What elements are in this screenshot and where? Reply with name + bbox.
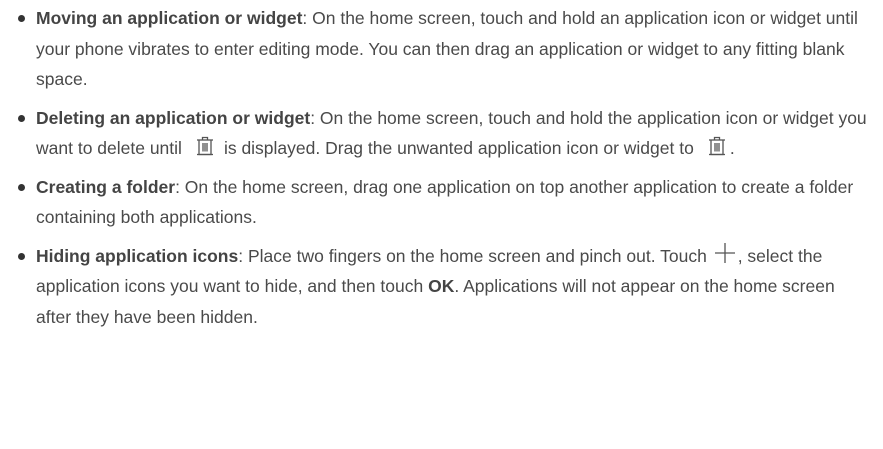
bullet-icon [18, 183, 25, 191]
ok-button-label: OK [428, 276, 455, 296]
list-item-deleting: Deleting an application or widget: On th… [0, 103, 883, 164]
item-term: Deleting an application or widget [36, 107, 311, 128]
trash-icon [196, 136, 214, 156]
item-term: Hiding application icons [36, 245, 239, 266]
item-term: Moving an application or widget [36, 8, 303, 28]
trash-icon [708, 136, 726, 156]
item-text-end: . [729, 138, 735, 158]
list-item-folder: Creating a folder: On the home screen, d… [0, 172, 883, 233]
list-item-hiding: Hiding application icons: Place two fing… [0, 241, 883, 333]
instruction-list: Moving an application or widget: On the … [0, 0, 883, 332]
item-text-continued: is displayed. Drag the unwanted applicat… [223, 138, 694, 158]
list-item-moving: Moving an application or widget: On the … [0, 0, 883, 95]
document-page: Moving an application or widget: On the … [0, 0, 883, 449]
item-term: Creating a folder [36, 176, 176, 197]
item-text: : Place two fingers on the home screen a… [238, 245, 707, 266]
plus-icon [714, 242, 736, 264]
bullet-icon [18, 114, 25, 122]
bullet-icon [18, 252, 25, 260]
bullet-icon [18, 15, 25, 22]
